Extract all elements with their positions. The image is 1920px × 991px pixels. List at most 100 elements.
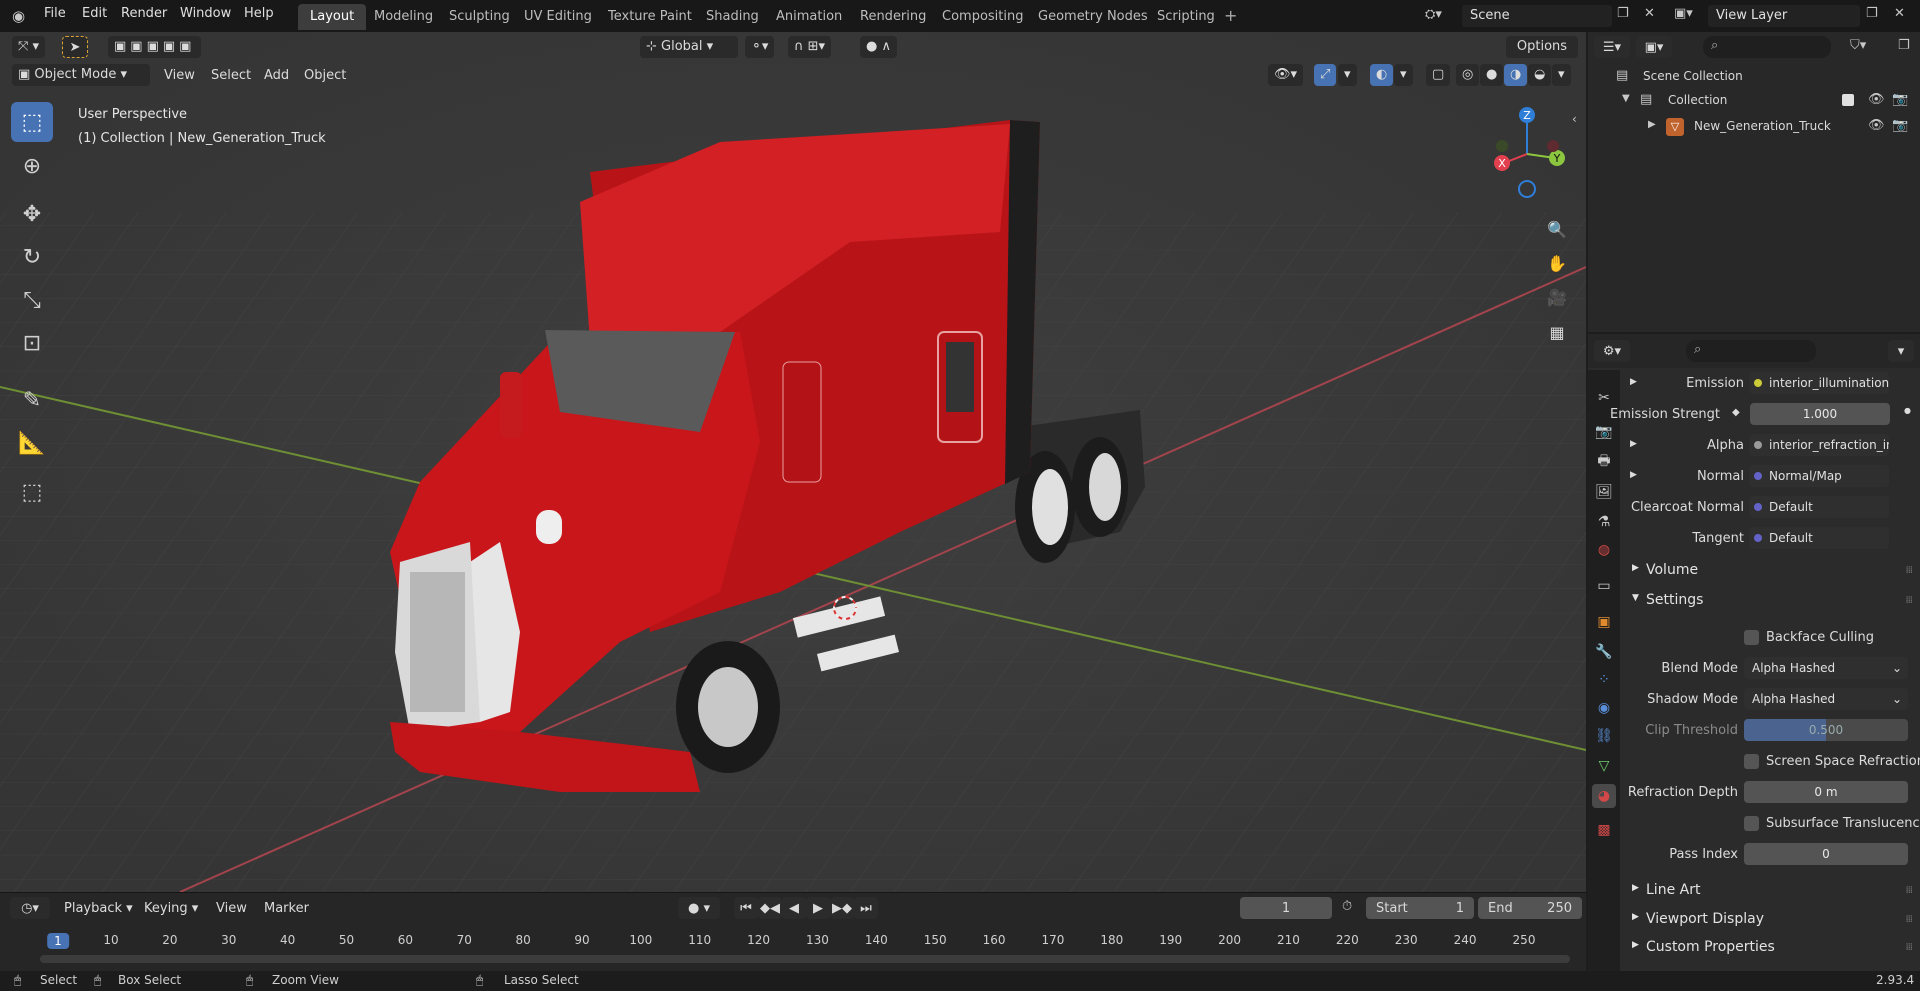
collection-visibility-icon[interactable]: 👁 bbox=[1868, 92, 1885, 107]
shading-rendered-button[interactable]: ◒ bbox=[1528, 64, 1552, 86]
output-tab-icon[interactable]: 🖶 bbox=[1592, 450, 1616, 474]
constraints-tab-icon[interactable]: ⛓ bbox=[1592, 724, 1616, 748]
select-mode-icons[interactable]: ▣▣▣▣▣ bbox=[108, 36, 202, 58]
menu-add[interactable]: Add bbox=[264, 68, 289, 83]
select-tool-toggle[interactable]: ➤ bbox=[62, 36, 88, 58]
jump-end-button[interactable]: ⏭ bbox=[854, 897, 878, 919]
add-workspace-button[interactable]: + bbox=[1224, 6, 1237, 25]
volume-section-header[interactable]: ▶ Volume ⁞⁞⁞ bbox=[1624, 559, 1916, 583]
menu-window[interactable]: Window bbox=[180, 6, 231, 21]
tab-geometry-nodes[interactable]: Geometry Nodes bbox=[1026, 4, 1160, 30]
render-tab-icon[interactable]: 📷 bbox=[1592, 420, 1616, 444]
properties-editor-type[interactable]: ⚙▾ bbox=[1594, 340, 1630, 362]
line-art-section-header[interactable]: ▶ Line Art ⁞⁞⁞ bbox=[1624, 879, 1916, 903]
cursor-tool[interactable]: ⊕ bbox=[11, 146, 53, 186]
tab-layout[interactable]: Layout bbox=[298, 4, 367, 30]
scene-field[interactable]: Scene bbox=[1462, 5, 1612, 27]
proportional-edit-toggle[interactable]: ● ∧ bbox=[860, 36, 897, 58]
scene-tab-icon[interactable]: ⚗ bbox=[1592, 510, 1616, 534]
annotate-tool[interactable]: ✎ bbox=[11, 380, 53, 420]
new-scene-icon[interactable]: ❐ bbox=[1617, 6, 1629, 21]
measure-tool[interactable]: 📐 bbox=[11, 423, 53, 463]
alpha-link[interactable]: interior_refraction_in... bbox=[1749, 434, 1889, 456]
pass-index-field[interactable]: 0 bbox=[1744, 843, 1908, 865]
timeline-scrollbar[interactable] bbox=[40, 955, 1570, 963]
new-collection-icon[interactable]: ❐ bbox=[1898, 38, 1910, 53]
start-frame-field[interactable]: Start 1 bbox=[1366, 897, 1474, 919]
menu-object[interactable]: Object bbox=[304, 68, 346, 83]
tab-shading[interactable]: Shading bbox=[694, 4, 771, 30]
frame-ruler[interactable]: 1 10 20 30 40 50 60 70 80 90 100 110 120 130 140 150 160… bbox=[0, 931, 1586, 953]
view-layer-field[interactable]: View Layer bbox=[1708, 5, 1860, 27]
overlay-toggle[interactable]: ◐ bbox=[1370, 64, 1394, 86]
material-tab-icon[interactable]: ◕ bbox=[1592, 784, 1616, 808]
drag-handle-icon[interactable]: ⁞⁞⁞ bbox=[1905, 914, 1912, 925]
custom-properties-section-header[interactable]: ▶ Custom Properties ⁞⁞⁞ bbox=[1624, 936, 1916, 960]
shading-menu[interactable]: ▾ bbox=[1552, 64, 1571, 86]
backface-culling-checkbox[interactable] bbox=[1744, 630, 1759, 645]
truck-visibility-icon[interactable]: 👁 bbox=[1868, 118, 1885, 133]
gizmo-menu[interactable]: ▾ bbox=[1338, 64, 1357, 86]
editor-type-icon[interactable]: ⤧ ▾ bbox=[12, 36, 46, 58]
data-tab-icon[interactable]: ▽ bbox=[1592, 754, 1616, 778]
pivot-point-select[interactable]: ⚬▾ bbox=[745, 36, 775, 58]
scale-tool[interactable]: ⤡ bbox=[11, 280, 53, 320]
particles-tab-icon[interactable]: ⁘ bbox=[1592, 668, 1616, 692]
emission-link[interactable]: interior_illumination... bbox=[1749, 372, 1889, 394]
new-view-layer-icon[interactable]: ❐ bbox=[1866, 6, 1878, 21]
shading-wireframe-button[interactable]: ◎ bbox=[1456, 64, 1480, 86]
tab-uv-editing[interactable]: UV Editing bbox=[512, 4, 604, 30]
blend-mode-select[interactable]: Alpha Hashed ⌄ bbox=[1744, 657, 1908, 679]
properties-search-input[interactable]: ⌕ bbox=[1686, 340, 1816, 362]
menu-select[interactable]: Select bbox=[211, 68, 251, 83]
drag-handle-icon[interactable]: ⁞⁞⁞ bbox=[1905, 595, 1912, 606]
tab-compositing[interactable]: Compositing bbox=[930, 4, 1036, 30]
refraction-depth-field[interactable]: 0 m bbox=[1744, 781, 1908, 803]
navigation-gizmo[interactable]: Z Y X bbox=[1480, 102, 1580, 212]
view-layer-icon[interactable]: ▣▾ bbox=[1674, 6, 1693, 21]
outliner-row-collection[interactable]: ▼ ▤ Collection 👁 📷 bbox=[1588, 90, 1920, 112]
collection-tab-icon[interactable]: ▭ bbox=[1592, 574, 1616, 598]
menu-help[interactable]: Help bbox=[244, 6, 274, 21]
zoom-icon[interactable]: 🔍 bbox=[1542, 214, 1572, 244]
transform-orientation-select[interactable]: ⊹ Global ▾ bbox=[640, 36, 738, 58]
menu-view[interactable]: View bbox=[216, 901, 247, 916]
overlay-menu[interactable]: ▾ bbox=[1394, 64, 1413, 86]
outliner-row-truck[interactable]: ▶ ▽ New_Generation_Truck 👁 📷 bbox=[1588, 116, 1920, 138]
screen-space-refraction-checkbox[interactable] bbox=[1744, 754, 1759, 769]
outliner-row-scene-collection[interactable]: ▤ Scene Collection bbox=[1588, 66, 1920, 88]
end-frame-field[interactable]: End 250 bbox=[1478, 897, 1582, 919]
truck-render-icon[interactable]: 📷 bbox=[1892, 118, 1908, 133]
xray-toggle[interactable]: ▢ bbox=[1426, 64, 1451, 86]
select-box-tool[interactable]: ⬚ bbox=[11, 102, 53, 142]
gizmo-toggle[interactable]: ⤢ bbox=[1314, 64, 1337, 86]
properties-options[interactable]: ▾ bbox=[1888, 340, 1914, 362]
menu-view[interactable]: View bbox=[164, 68, 195, 83]
remove-view-layer-icon[interactable]: ✕ bbox=[1894, 6, 1905, 21]
filter-icon[interactable]: ⛉▾ bbox=[1850, 38, 1866, 53]
current-frame-field[interactable]: 1 bbox=[1240, 897, 1332, 919]
outliner-display-mode[interactable]: ▣▾ bbox=[1636, 36, 1672, 58]
record-keyframe-button[interactable]: ● ▾ bbox=[678, 897, 720, 919]
jump-next-keyframe-button[interactable]: ▶◆ bbox=[830, 897, 854, 919]
menu-render[interactable]: Render bbox=[121, 6, 167, 21]
jump-start-button[interactable]: ⏮ bbox=[734, 897, 758, 919]
menu-marker[interactable]: Marker bbox=[264, 901, 309, 916]
collection-checkbox[interactable] bbox=[1842, 94, 1854, 106]
drag-handle-icon[interactable]: ⁞⁞⁞ bbox=[1905, 565, 1912, 576]
add-cube-tool[interactable]: ⬚ bbox=[11, 472, 53, 512]
current-frame-marker[interactable]: 1 bbox=[47, 933, 69, 949]
scene-icon[interactable]: ⛭▾ bbox=[1425, 7, 1442, 22]
menu-keying[interactable]: Keying ▾ bbox=[144, 901, 198, 916]
view-layer-tab-icon[interactable]: 🖼 bbox=[1592, 480, 1616, 504]
expand-arrow-icon[interactable]: ▶ bbox=[1648, 119, 1656, 130]
subsurface-translucency-checkbox[interactable] bbox=[1744, 816, 1759, 831]
tab-texture-paint[interactable]: Texture Paint bbox=[596, 4, 704, 30]
settings-section-header[interactable]: ▼ Settings ⁞⁞⁞ bbox=[1624, 589, 1916, 613]
viewport-display-section-header[interactable]: ▶ Viewport Display ⁞⁞⁞ bbox=[1624, 908, 1916, 932]
expand-arrow-icon[interactable]: ▶ bbox=[1630, 377, 1637, 387]
play-reverse-button[interactable]: ◀ bbox=[782, 897, 806, 919]
tangent-link[interactable]: Default bbox=[1749, 527, 1889, 549]
tab-animation[interactable]: Animation bbox=[764, 4, 854, 30]
menu-playback[interactable]: Playback ▾ bbox=[64, 901, 133, 916]
